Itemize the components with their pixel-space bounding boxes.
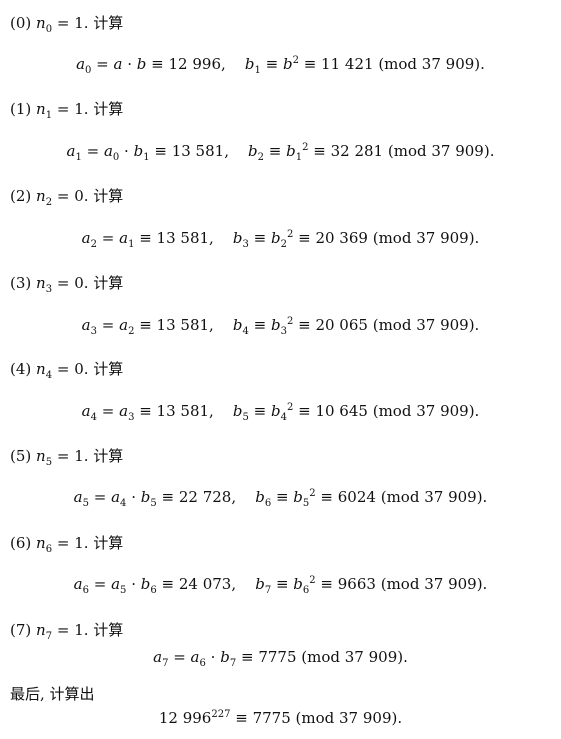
step-2-heading: (2) n2 = 0. 计算 xyxy=(10,187,124,208)
step-5-heading: (5) n5 = 1. 计算 xyxy=(10,447,124,468)
final-equation: 12 996227 ≡ 7775 (mod 37 909). xyxy=(158,709,403,727)
step-3-equation: a3 = a2 ≡ 13 581, b4 ≡ b32 ≡ 20 065 (mod… xyxy=(81,316,480,337)
step-4-equation: a4 = a3 ≡ 13 581, b5 ≡ b42 ≡ 10 645 (mod… xyxy=(81,402,480,423)
step-1-equation: a1 = a0 · b1 ≡ 13 581, b2 ≡ b12 ≡ 32 281… xyxy=(66,142,495,163)
step-3-heading: (3) n3 = 0. 计算 xyxy=(10,274,124,295)
step-6-equation: a6 = a5 · b6 ≡ 24 073, b7 ≡ b62 ≡ 9663 (… xyxy=(73,575,488,596)
step-label: (0) xyxy=(10,14,32,32)
document: (0) n0 = 1. 计算 a0 = a · b ≡ 12 996, b1 ≡… xyxy=(0,0,561,739)
step-1-heading: (1) n1 = 1. 计算 xyxy=(10,100,124,121)
step-6-heading: (6) n6 = 1. 计算 xyxy=(10,534,124,555)
step-5-equation: a5 = a4 · b5 ≡ 22 728, b6 ≡ b52 ≡ 6024 (… xyxy=(73,488,488,509)
step-4-heading: (4) n4 = 0. 计算 xyxy=(10,360,124,381)
step-7-equation: a7 = a6 · b7 ≡ 7775 (mod 37 909). xyxy=(153,648,408,669)
step-7-heading: (7) n7 = 1. 计算 xyxy=(10,621,124,642)
final-intro: 最后, 计算出 xyxy=(10,685,95,703)
step-0-heading: (0) n0 = 1. 计算 xyxy=(10,14,124,35)
step-0-equation: a0 = a · b ≡ 12 996, b1 ≡ b2 ≡ 11 421 (m… xyxy=(76,55,485,76)
step-2-equation: a2 = a1 ≡ 13 581, b3 ≡ b22 ≡ 20 369 (mod… xyxy=(81,229,480,250)
